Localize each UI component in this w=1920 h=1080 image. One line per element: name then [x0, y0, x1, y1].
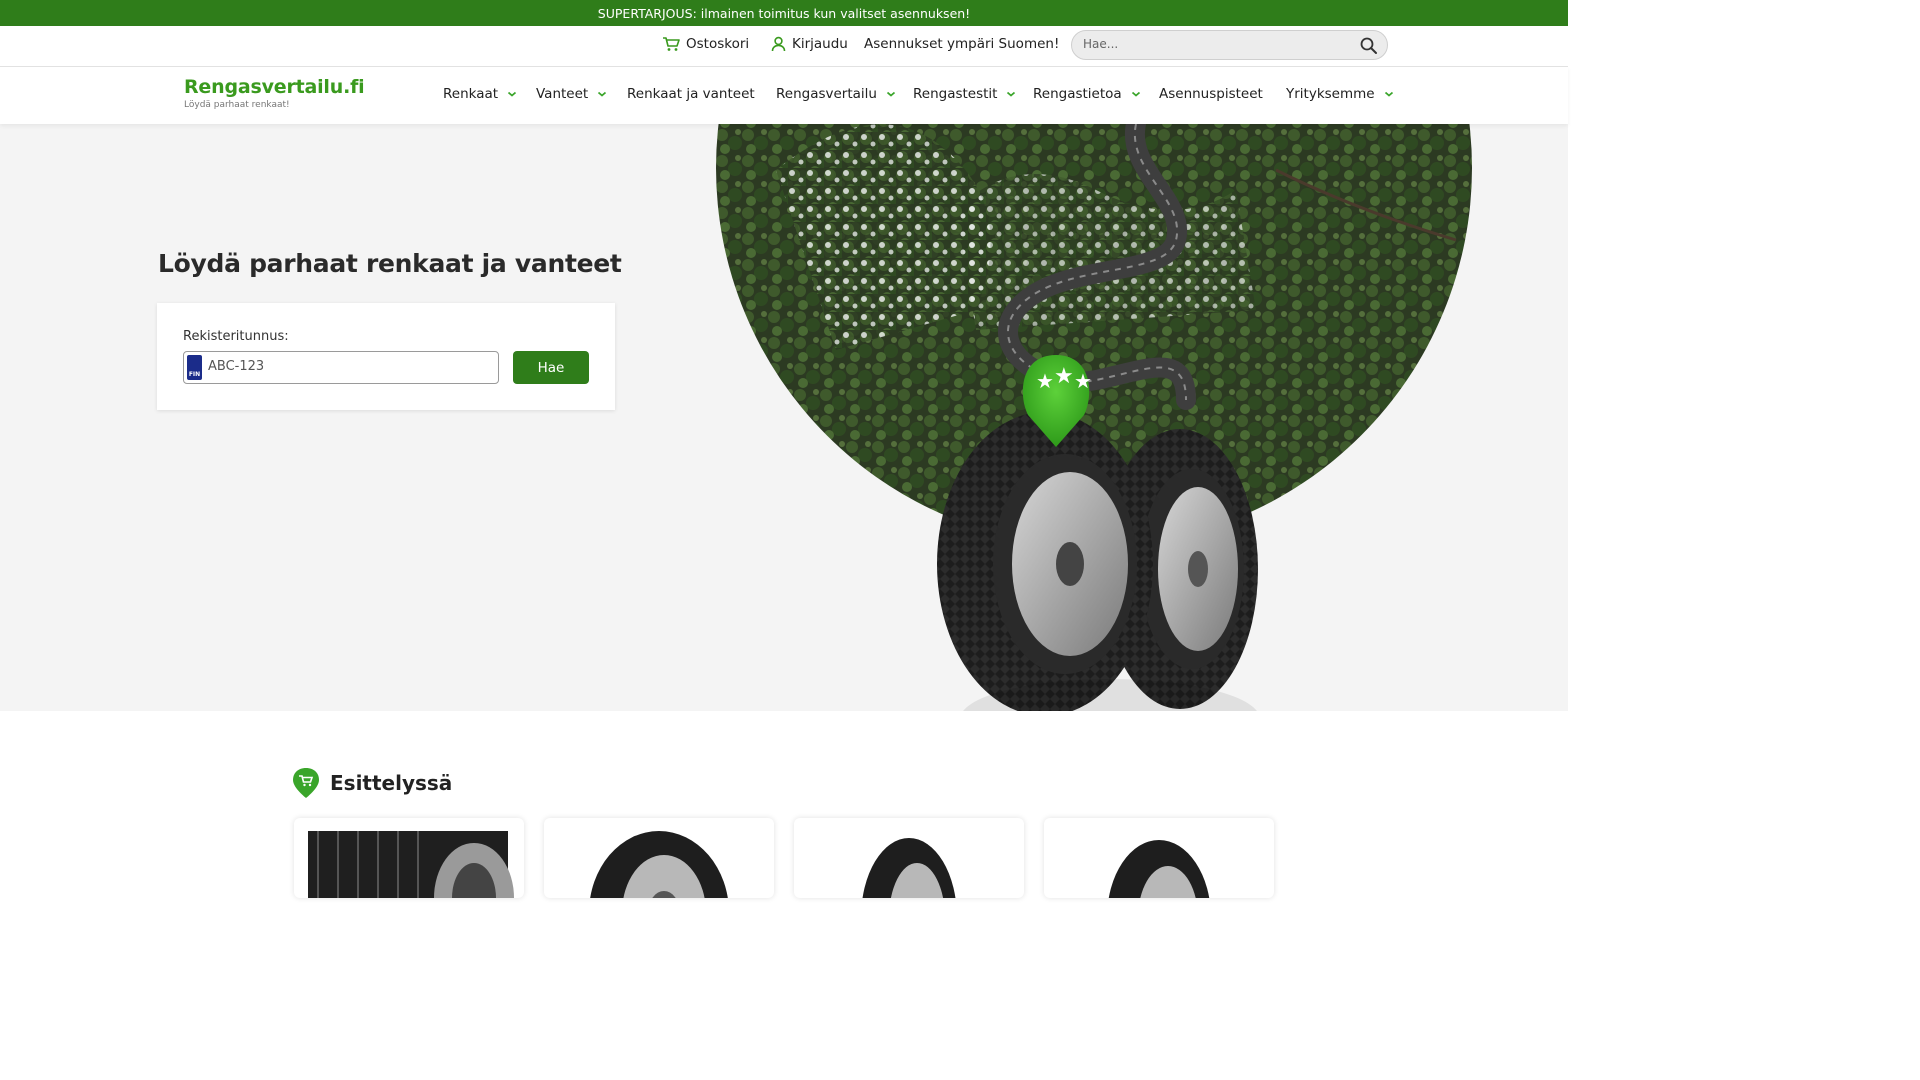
nav-item-yrityksemme[interactable]: Yrityksemme [1286, 86, 1394, 102]
installation-tagline-text: Asennukset ympäri Suomen! [864, 36, 1060, 52]
tire-image [308, 831, 514, 898]
chevron-down-icon [598, 91, 607, 97]
login-label: Kirjaudu [792, 36, 848, 52]
nav-item-label: Renkaat ja vanteet [627, 86, 755, 102]
cart-label: Ostoskori [686, 36, 750, 52]
nav-item-rengasvertailu[interactable]: Rengasvertailu [776, 86, 896, 102]
svg-text:★: ★ [1074, 369, 1092, 393]
winter-tires-image: ★ ★ ★ [937, 355, 1258, 711]
promo-banner: SUPERTARJOUS: ilmainen toimitus kun vali… [0, 0, 1568, 26]
promo-text: SUPERTARJOUS: ilmainen toimitus kun vali… [597, 5, 971, 21]
nav-item-rengastietoa[interactable]: Rengastietoa [1033, 86, 1141, 102]
product-card[interactable] [1044, 818, 1274, 898]
chevron-down-icon [1131, 91, 1140, 97]
nav-item-rengastestit[interactable]: Rengastestit [913, 86, 1016, 102]
nav-item-asennuspisteet[interactable]: Asennuspisteet [1159, 86, 1263, 102]
nav-item-label: Yrityksemme [1286, 86, 1375, 102]
featured-heading: Esittelyssä [292, 767, 452, 799]
product-card[interactable] [544, 818, 774, 898]
registration-search-card: Rekisteritunnus: FIN Hae [157, 303, 615, 410]
nav-item-label: Vanteet [536, 86, 589, 102]
chevron-down-icon [1007, 91, 1016, 97]
tire-image [862, 838, 956, 898]
user-icon [771, 36, 786, 52]
nav-item-label: Asennuspisteet [1159, 86, 1263, 102]
hero-section: ★ ★ ★ Löydä parhaat renkaat ja vanteet R… [0, 124, 1568, 711]
nav-item-vanteet[interactable]: Vanteet [536, 86, 607, 102]
nav-item-label: Rengastestit [913, 86, 998, 102]
utility-bar: Ostoskori Kirjaudu Asennukset ympäri Suo… [0, 26, 1568, 67]
nav-item-renkaat[interactable]: Renkaat [443, 86, 517, 102]
nav-item-renkaat-ja-vanteet[interactable]: Renkaat ja vanteet [627, 86, 755, 102]
cart-icon [663, 37, 680, 51]
chevron-down-icon [886, 91, 896, 97]
shopping-pin-icon [293, 768, 319, 798]
product-card[interactable] [794, 818, 1024, 898]
nav-item-label: Renkaat [443, 86, 499, 102]
logo-tagline: Löydä parhaat renkaat! [184, 100, 290, 110]
registration-search-button[interactable]: Hae [513, 351, 589, 384]
registration-input[interactable] [208, 359, 488, 374]
registration-field: FIN [183, 351, 499, 384]
logo-title: Rengasvertailu.fi [184, 76, 365, 98]
search-button[interactable] [1359, 36, 1379, 56]
tire-image [590, 831, 728, 898]
hero-title: Löydä parhaat renkaat ja vanteet [158, 249, 622, 278]
svg-text:★: ★ [1036, 369, 1054, 393]
search-icon [1360, 37, 1377, 54]
featured-title: Esittelyssä [330, 771, 453, 795]
tire-image [1108, 840, 1210, 898]
login-link[interactable]: Kirjaudu [771, 36, 848, 52]
main-navigation: Rengasvertailu.fi Löydä parhaat renkaat!… [0, 67, 1568, 124]
chevron-down-icon [1384, 91, 1393, 97]
site-logo[interactable]: Rengasvertailu.fi Löydä parhaat renkaat! [184, 76, 365, 110]
svg-text:★: ★ [1054, 364, 1074, 389]
search-input[interactable] [1083, 37, 1343, 51]
registration-label: Rekisteritunnus: [183, 329, 289, 344]
nav-item-label: Rengasvertailu [776, 86, 877, 102]
product-card[interactable] [294, 818, 524, 898]
chevron-down-icon [507, 91, 517, 97]
nav-item-label: Rengastietoa [1033, 86, 1122, 102]
featured-section: Esittelyssä [0, 711, 1568, 898]
plate-country-code: FIN [188, 371, 201, 378]
fin-plate-flag: FIN [187, 355, 202, 380]
search-box [1071, 30, 1388, 60]
cart-link[interactable]: Ostoskori [662, 36, 749, 52]
installation-tagline[interactable]: Asennukset ympäri Suomen! [864, 36, 1059, 52]
